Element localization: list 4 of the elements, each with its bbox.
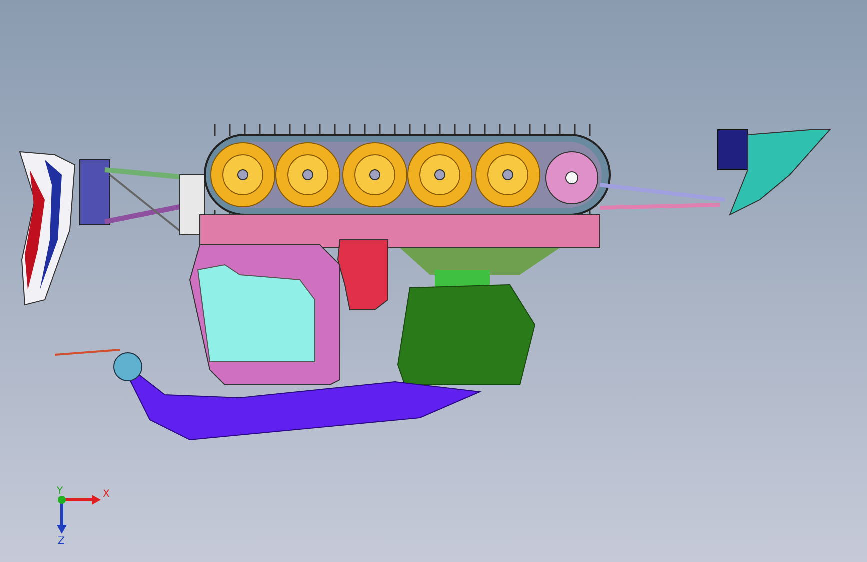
axis-triad-icon xyxy=(57,495,101,534)
axis-label: X xyxy=(103,489,110,500)
axis-label: Y xyxy=(57,486,64,497)
axis-label: Z xyxy=(58,536,65,547)
